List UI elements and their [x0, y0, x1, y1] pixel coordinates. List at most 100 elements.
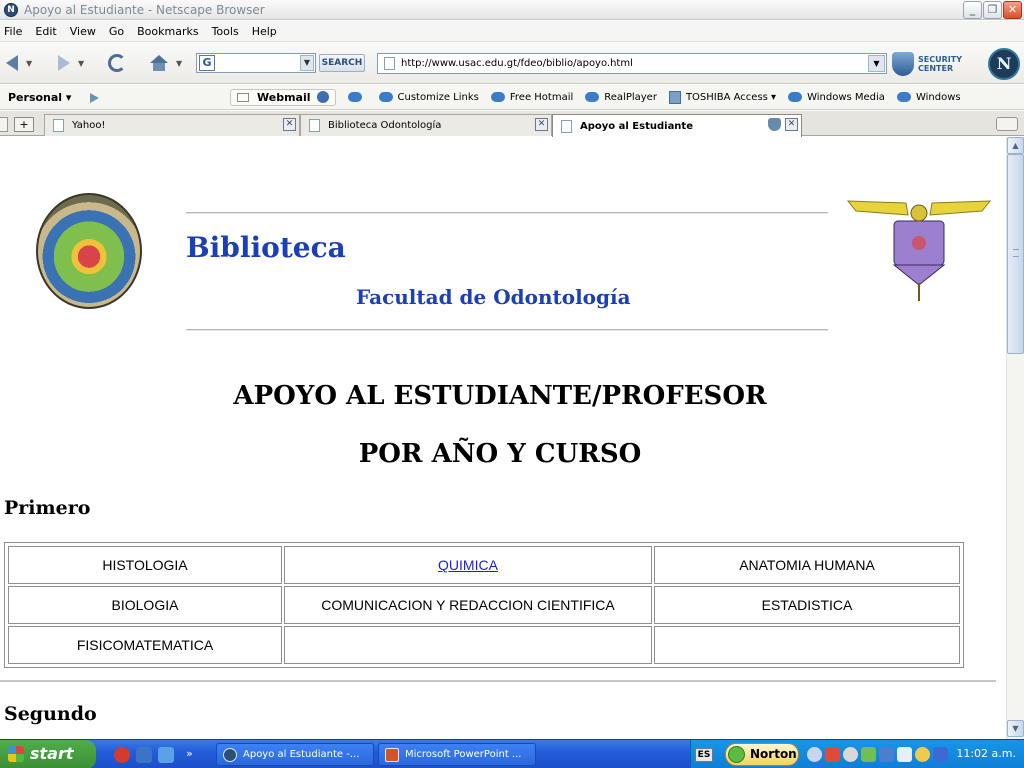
link-icon	[347, 92, 362, 102]
toolbar-ie-icon[interactable]	[347, 92, 367, 102]
start-button[interactable]: start	[0, 740, 96, 768]
tab-scroll-left[interactable]	[0, 117, 8, 132]
bookmark-windows[interactable]: Windows	[896, 92, 961, 103]
tab-yahoo[interactable]: Yahoo! ✕	[44, 114, 300, 136]
page-subtitle: Facultad de Odontología	[356, 285, 631, 309]
quicklaunch-more-icon[interactable]: »	[186, 747, 198, 763]
bookmark-free-hotmail[interactable]: Free Hotmail	[490, 91, 574, 103]
menu-help[interactable]: Help	[248, 25, 286, 38]
bookmark-toshiba-access[interactable]: TOSHIBA Access ▾	[668, 90, 776, 104]
antivirus-tray-icon[interactable]	[861, 747, 876, 762]
url-text[interactable]: http://www.usac.edu.gt/fdeo/biblio/apoyo…	[401, 58, 633, 69]
grip-icon	[1013, 249, 1019, 257]
bookmark-realplayer[interactable]: RealPlayer	[585, 92, 657, 103]
search-tray-icon[interactable]	[915, 747, 930, 762]
task-powerpoint[interactable]: Microsoft PowerPoint ...	[378, 743, 536, 766]
back-arrow-tray-icon[interactable]	[807, 747, 822, 762]
close-tab-icon[interactable]: ✕	[535, 118, 548, 131]
messenger-icon[interactable]	[843, 747, 858, 762]
menu-go[interactable]: Go	[105, 25, 133, 38]
language-indicator[interactable]: ES	[695, 748, 713, 762]
menu-view[interactable]: View	[66, 25, 105, 38]
tab-bar: + Yahoo! ✕ Biblioteca Odontología ✕ Apoy…	[0, 111, 1024, 137]
check-icon	[728, 746, 745, 763]
page-title: Biblioteca	[186, 231, 346, 264]
network-error-icon[interactable]	[825, 747, 840, 762]
course-cell: FISICOMATEMATICA	[8, 626, 282, 664]
play-icon[interactable]	[90, 93, 99, 103]
home-button[interactable]: ▼	[150, 52, 182, 74]
scrollbar-thumb[interactable]	[1007, 154, 1024, 354]
webmail-label: Webmail	[257, 90, 311, 104]
close-tab-icon[interactable]: ✕	[785, 118, 798, 131]
window-controls: _ ❐ ✕	[963, 1, 1022, 19]
tab-label: Yahoo!	[72, 120, 106, 131]
vertical-scrollbar[interactable]: ▲ ▼	[1006, 137, 1024, 739]
course-cell: COMUNICACION Y REDACCION CIENTIFICA	[284, 586, 652, 624]
close-tab-icon[interactable]: ✕	[283, 118, 296, 131]
bookmark-windows-media[interactable]: Windows Media	[788, 92, 885, 103]
system-tray: ES Norton 11:02 a.m.	[690, 740, 1024, 768]
back-button[interactable]: ▼	[6, 52, 32, 74]
task-netscape[interactable]: Apoyo al Estudiante -...	[216, 743, 374, 766]
course-cell: BIOLOGIA	[8, 586, 282, 624]
address-bar[interactable]: http://www.usac.edu.gt/fdeo/biblio/apoyo…	[377, 53, 887, 74]
course-link-quimica[interactable]: QUIMICA	[438, 557, 498, 573]
menu-edit[interactable]: Edit	[31, 25, 65, 38]
forward-button[interactable]: ▼	[58, 52, 84, 74]
restore-button[interactable]: ❐	[983, 1, 1002, 19]
google-icon: G	[199, 55, 215, 71]
menu-tools[interactable]: Tools	[208, 25, 248, 38]
quicklaunch-outlook-icon[interactable]	[136, 747, 152, 763]
link-icon	[585, 92, 600, 102]
course-cell	[654, 626, 960, 664]
url-dropdown[interactable]: ▼	[868, 55, 885, 72]
course-label: HISTOLOGIA	[102, 557, 188, 573]
tab-apoyo[interactable]: Apoyo al Estudiante ✕	[552, 114, 802, 137]
quicklaunch-ie-icon[interactable]	[158, 747, 174, 763]
minimize-button[interactable]: _	[963, 1, 982, 19]
netscape-logo[interactable]: N	[988, 48, 1020, 80]
security-tray-icon[interactable]	[933, 747, 948, 762]
search-engine-dropdown[interactable]: ▼	[300, 55, 314, 71]
personal-label: Personal	[8, 90, 63, 104]
reload-button[interactable]	[108, 52, 126, 74]
security-label-1: SECURITY	[918, 55, 962, 64]
search-button[interactable]: SEARCH	[319, 54, 365, 72]
tab-list-button[interactable]	[996, 117, 1018, 131]
chevron-down-icon[interactable]: ▼	[78, 59, 84, 68]
scroll-down-button[interactable]: ▼	[1007, 720, 1024, 737]
home-icon	[150, 55, 168, 71]
netscape-task-icon	[223, 747, 237, 762]
link-icon	[896, 92, 911, 102]
menu-file[interactable]: File	[0, 25, 31, 38]
page-icon	[309, 119, 320, 132]
display-tray-icon[interactable]	[897, 747, 912, 762]
clock[interactable]: 11:02 a.m.	[956, 747, 1016, 760]
security-label-2: CENTER	[918, 64, 954, 73]
window-title: Apoyo al Estudiante - Netscape Browser	[24, 2, 265, 17]
bookmark-customize-links[interactable]: Customize Links	[378, 92, 479, 103]
course-cell: ANATOMIA HUMANA	[654, 546, 960, 584]
network-tray-icon[interactable]	[879, 747, 894, 762]
new-tab-button[interactable]: +	[14, 117, 34, 132]
webmail-button[interactable]: Webmail	[230, 88, 336, 106]
page-icon	[384, 57, 395, 70]
page-content: Biblioteca Facultad de Odontología APOYO…	[0, 137, 1006, 739]
course-cell: ESTADISTICA	[654, 586, 960, 624]
chevron-down-icon[interactable]: ▼	[176, 59, 182, 68]
norton-button[interactable]: Norton	[725, 743, 799, 766]
close-button[interactable]: ✕	[1003, 1, 1022, 19]
scroll-up-button[interactable]: ▲	[1007, 137, 1024, 154]
personal-toolbar: Personal ▾ Webmail Customize Links Free …	[0, 85, 1024, 110]
university-seal	[36, 193, 142, 309]
link-icon	[788, 92, 803, 102]
quicklaunch-opera-icon[interactable]	[114, 747, 130, 763]
course-label: COMUNICACION Y REDACCION CIENTIFICA	[321, 597, 615, 613]
security-center-button[interactable]: SECURITY CENTER	[892, 52, 962, 76]
tab-biblioteca[interactable]: Biblioteca Odontología ✕	[300, 114, 552, 136]
menu-bookmarks[interactable]: Bookmarks	[133, 25, 207, 38]
chevron-down-icon[interactable]: ▼	[26, 59, 32, 68]
search-input[interactable]: G ▼	[196, 53, 316, 73]
bookmark-label: Free Hotmail	[509, 91, 574, 103]
